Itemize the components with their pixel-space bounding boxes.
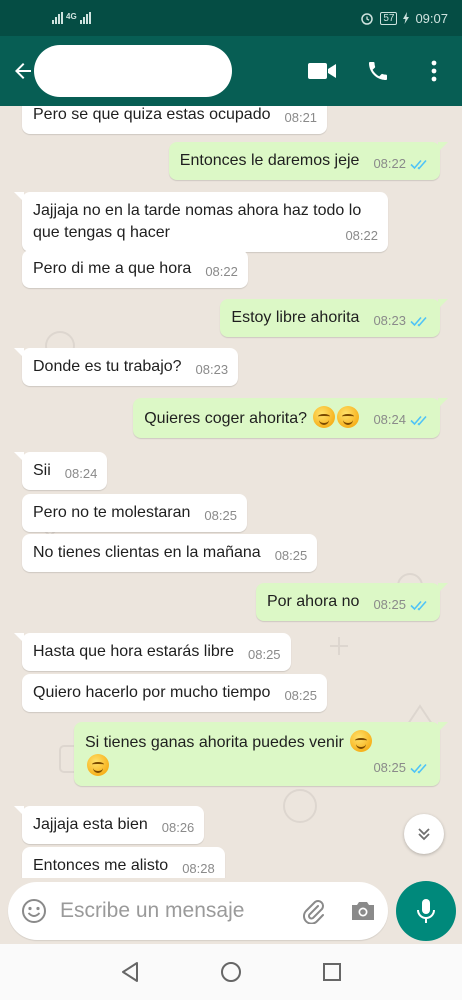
camera-icon xyxy=(352,902,374,920)
alarm-icon xyxy=(361,13,374,25)
double-check-icon xyxy=(410,316,427,327)
message-input[interactable]: Escribe un mensaje xyxy=(60,899,288,923)
message-text: Sii xyxy=(33,462,51,479)
message-text: Pero di me a que hora xyxy=(33,260,192,277)
message-time: 08:26 xyxy=(161,820,195,835)
clock-time: 09:07 xyxy=(415,10,448,26)
message-time: 08:22 xyxy=(205,264,238,279)
battery-level: 57 xyxy=(380,11,398,25)
signal-indicators: 4G xyxy=(52,12,91,24)
message-time: 08:22 xyxy=(345,228,378,243)
nav-back-icon xyxy=(122,962,139,982)
signal-icon xyxy=(52,12,63,24)
nav-home-button[interactable] xyxy=(211,952,251,992)
emoji-icon xyxy=(22,899,46,923)
message-time: 08:25 xyxy=(274,548,308,563)
message-incoming[interactable]: Sii 08:24 xyxy=(13,452,108,490)
message-time: 08:24 xyxy=(64,466,98,481)
more-options-button[interactable] xyxy=(406,36,462,106)
phone-icon xyxy=(369,62,387,80)
message-outgoing[interactable]: Quieres coger ahorita? 08:24 xyxy=(133,398,448,438)
message-outgoing[interactable]: Si tienes ganas ahorita puedes venir 08:… xyxy=(74,722,448,786)
message-text: Quieres coger ahorita? xyxy=(144,410,307,427)
message-time: 08:24 xyxy=(373,412,406,427)
input-bar: Escribe un mensaje xyxy=(0,878,462,944)
message-text: Jajjaja esta bien xyxy=(33,816,148,833)
nav-home-icon xyxy=(220,962,241,982)
video-call-icon xyxy=(308,63,336,79)
message-incoming[interactable]: Quiero hacerlo por mucho tiempo 08:25 xyxy=(22,674,327,712)
message-time: 08:25 xyxy=(284,688,317,703)
status-bar: 4G 57 09:07 xyxy=(0,0,462,36)
nav-recents-button[interactable] xyxy=(312,952,352,992)
message-time: 08:25 xyxy=(204,508,237,523)
camera-button[interactable] xyxy=(338,882,388,940)
charging-icon xyxy=(403,12,410,24)
system-nav-bar xyxy=(0,944,462,1000)
message-time: 08:22 xyxy=(373,156,406,171)
message-outgoing[interactable]: Por ahora no 08:25 xyxy=(255,583,449,621)
message-text: Jajjaja no en la tarde nomas ahora haz t… xyxy=(33,202,362,241)
message-time: 08:25 xyxy=(373,597,406,612)
smirk-emoji-icon xyxy=(337,406,360,428)
message-text: No tienes clientas en la mañana xyxy=(33,544,261,561)
nav-back-button[interactable] xyxy=(110,952,150,992)
nav-recents-icon xyxy=(322,963,341,981)
smile-emoji-icon xyxy=(350,730,373,752)
message-time: 08:23 xyxy=(373,313,406,328)
message-text: Quiero hacerlo por mucho tiempo xyxy=(33,684,271,701)
message-text: Entonces le daremos jeje xyxy=(179,152,360,169)
voice-call-button[interactable] xyxy=(350,36,406,106)
emoji-button[interactable] xyxy=(8,882,60,940)
message-text: Hasta que hora estarás libre xyxy=(33,643,234,660)
message-incoming[interactable]: Entonces me alisto 08:28 xyxy=(22,847,225,878)
message-incoming[interactable]: No tienes clientas en la mañana 08:25 xyxy=(22,534,318,572)
scroll-down-icon xyxy=(418,828,430,841)
double-check-icon xyxy=(410,763,427,774)
message-text: Si tienes ganas ahorita puedes venir xyxy=(85,734,344,751)
more-vert-icon xyxy=(431,60,437,82)
message-composer[interactable]: Escribe un mensaje xyxy=(8,882,388,940)
message-incoming[interactable]: Hasta que hora estarás libre 08:25 xyxy=(14,633,291,671)
message-text: Pero se que quiza estas ocupado xyxy=(33,106,271,123)
message-incoming[interactable]: Jajjaja no en la tarde nomas ahora haz t… xyxy=(14,192,388,252)
video-call-button[interactable] xyxy=(294,36,350,106)
message-text: Donde es tu trabajo? xyxy=(33,358,182,375)
message-time: 08:21 xyxy=(284,110,318,125)
scroll-to-bottom-button[interactable] xyxy=(404,814,444,854)
message-outgoing[interactable]: Entonces le daremos jeje 08:22 xyxy=(168,142,449,180)
attach-icon xyxy=(303,900,324,924)
message-text: Por ahora no xyxy=(266,593,360,610)
message-incoming[interactable]: Donde es tu trabajo? 08:23 xyxy=(13,348,239,386)
message-incoming[interactable]: Jajjaja esta bien 08:26 xyxy=(13,806,205,844)
chat-header xyxy=(0,36,462,106)
message-incoming[interactable]: Pero di me a que hora 08:22 xyxy=(22,250,248,288)
message-time: 08:23 xyxy=(195,362,229,377)
double-check-icon xyxy=(410,159,427,170)
network-type: 4G xyxy=(66,12,77,21)
double-check-icon xyxy=(410,600,427,611)
chat-area[interactable]: Pero se que quiza estas ocupado 08:21 En… xyxy=(0,106,462,878)
smile-emoji-icon xyxy=(313,406,336,428)
message-text: Pero no te molestaran xyxy=(33,504,191,521)
message-text: Estoy libre ahorita xyxy=(231,309,360,326)
mic-icon xyxy=(417,899,435,923)
message-time: 08:25 xyxy=(248,647,281,662)
voice-record-button[interactable] xyxy=(396,881,456,941)
back-arrow-icon xyxy=(15,63,31,79)
message-text: Entonces me alisto xyxy=(33,857,169,874)
double-check-icon xyxy=(410,415,427,426)
attach-button[interactable] xyxy=(288,882,338,940)
smirk-emoji-icon xyxy=(87,754,109,776)
message-incoming[interactable]: Pero se que quiza estas ocupado 08:21 xyxy=(22,106,328,134)
message-time: 08:28 xyxy=(182,861,215,876)
contact-name-redacted[interactable] xyxy=(34,45,232,97)
message-outgoing[interactable]: Estoy libre ahorita 08:23 xyxy=(220,299,448,337)
message-time: 08:25 xyxy=(373,760,406,775)
signal-icon-2 xyxy=(79,12,91,24)
message-incoming[interactable]: Pero no te molestaran 08:25 xyxy=(22,494,247,532)
